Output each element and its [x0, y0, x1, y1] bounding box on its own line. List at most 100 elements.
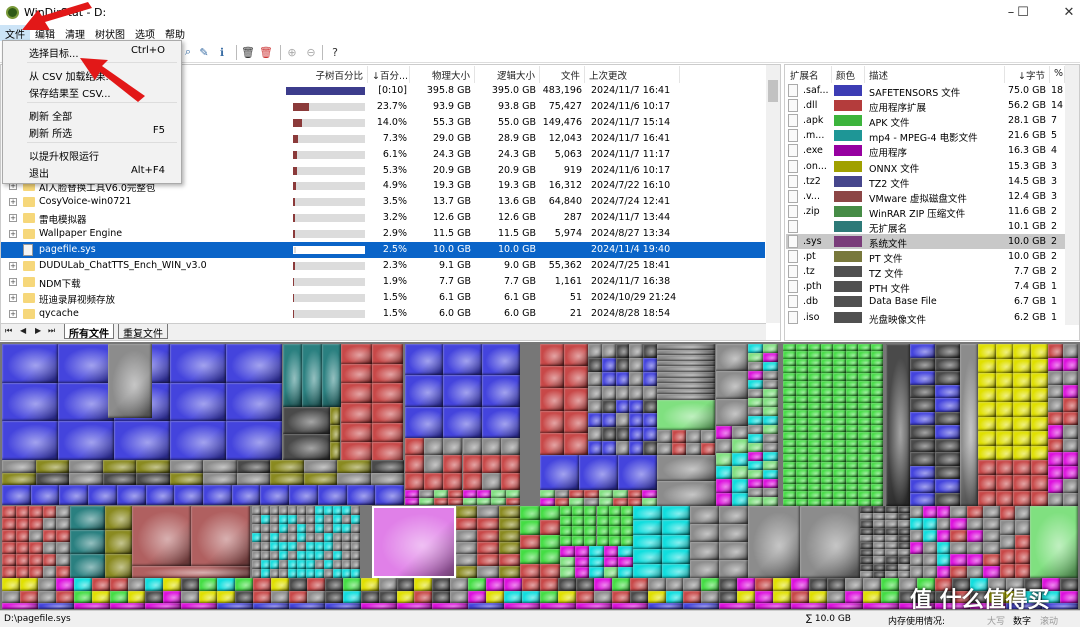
treemap-cell[interactable]	[505, 490, 520, 498]
treemap-cell[interactable]	[1015, 520, 1030, 535]
zoom-in-icon[interactable]: ⊕	[284, 44, 300, 60]
treemap-cell[interactable]	[936, 554, 950, 566]
treemap-cell[interactable]	[885, 534, 898, 542]
col-last-modified[interactable]: 上次更改	[585, 66, 680, 83]
treemap-cell[interactable]	[540, 344, 564, 367]
treemap-cell[interactable]	[808, 491, 821, 499]
menu-edit[interactable]: 编辑	[30, 25, 60, 41]
treemap-cell[interactable]	[791, 603, 827, 609]
treemap-cell[interactable]	[872, 506, 885, 514]
treemap-cell[interactable]	[540, 603, 576, 609]
treemap-cell[interactable]	[683, 578, 702, 591]
treemap-cell[interactable]	[910, 438, 935, 452]
treemap-cell[interactable]	[783, 461, 796, 470]
treemap-cell[interactable]	[297, 515, 306, 524]
treemap-cell[interactable]	[191, 506, 250, 566]
treemap-cell[interactable]	[808, 388, 821, 396]
treemap-cell[interactable]	[324, 515, 333, 524]
treemap-cell[interactable]	[574, 556, 590, 568]
treemap-cell[interactable]	[618, 567, 633, 578]
treemap-cell[interactable]	[808, 380, 821, 389]
treemap-cell[interactable]	[820, 491, 833, 499]
treemap-cell[interactable]	[468, 578, 487, 591]
treemap-cell[interactable]	[860, 563, 873, 571]
treemap-cell[interactable]	[557, 590, 576, 603]
treemap-cell[interactable]	[820, 388, 833, 396]
treemap-cell[interactable]	[820, 469, 833, 477]
treemap-cell[interactable]	[795, 388, 808, 396]
treemap-cell[interactable]	[342, 506, 351, 515]
treemap-cell[interactable]	[564, 410, 588, 433]
treemap-cell[interactable]	[755, 603, 792, 609]
treemap-cell[interactable]	[820, 344, 833, 352]
treemap-cell[interactable]	[960, 344, 978, 506]
treemap-cell[interactable]	[845, 402, 858, 411]
treemap-cell[interactable]	[601, 427, 616, 442]
treemap-cell[interactable]	[716, 398, 748, 426]
treemap-cell[interactable]	[231, 485, 261, 505]
treemap-cell[interactable]	[719, 590, 738, 603]
treemap-cell[interactable]	[716, 479, 732, 493]
treemap-cell[interactable]	[378, 578, 397, 591]
extension-row[interactable]: .pt PT 文件 10.0 GB 2	[786, 249, 1066, 265]
treemap-cell[interactable]	[885, 520, 898, 528]
treemap-cell[interactable]	[279, 560, 288, 569]
treemap-cell[interactable]	[858, 351, 871, 359]
treemap-cell[interactable]	[2, 518, 16, 530]
treemap-cell[interactable]	[283, 407, 330, 434]
treemap-cell[interactable]	[306, 590, 325, 603]
treemap-cell[interactable]	[252, 515, 261, 524]
treemap-cell[interactable]	[870, 388, 883, 396]
treemap-cell[interactable]	[897, 534, 910, 542]
treemap-cell[interactable]	[783, 344, 796, 352]
treemap-cell[interactable]	[589, 546, 604, 557]
treemap-cell[interactable]	[858, 432, 871, 440]
search-icon[interactable]: ⌕	[180, 44, 196, 60]
nav-first-icon[interactable]: ⏮	[5, 326, 12, 336]
treemap-cell[interactable]	[629, 344, 644, 358]
treemap-cell[interactable]	[620, 536, 633, 546]
treemap-cell[interactable]	[978, 387, 996, 402]
treemap-cell[interactable]	[341, 422, 372, 443]
treemap-cell[interactable]	[870, 395, 883, 403]
treemap-cell[interactable]	[540, 455, 579, 490]
treemap-cell[interactable]	[145, 590, 164, 603]
treemap-cell[interactable]	[858, 402, 871, 411]
treemap-cell[interactable]	[923, 530, 937, 542]
treemap-cell[interactable]	[995, 402, 1013, 417]
treemap-cell[interactable]	[288, 506, 297, 515]
treemap-cell[interactable]	[643, 399, 657, 414]
treemap-cell[interactable]	[910, 479, 935, 493]
treemap-cell[interactable]	[560, 526, 573, 536]
treemap-cell[interactable]	[845, 358, 858, 367]
col-color[interactable]: 颜色	[832, 66, 865, 83]
treemap-cell[interactable]	[575, 578, 594, 591]
treemap-cell[interactable]	[795, 425, 808, 433]
treemap-cell[interactable]	[603, 567, 619, 578]
treemap-cell[interactable]	[443, 375, 482, 407]
treemap-cell[interactable]	[845, 380, 858, 389]
treemap-cell[interactable]	[844, 578, 863, 591]
treemap-cell[interactable]	[978, 416, 996, 431]
treemap-cell[interactable]	[845, 425, 858, 433]
treemap-cell[interactable]	[253, 603, 289, 609]
treemap-cell[interactable]	[540, 498, 555, 506]
treemap-cell[interactable]	[560, 567, 575, 578]
treemap-cell[interactable]	[2, 421, 58, 460]
treemap-cell[interactable]	[351, 515, 360, 524]
treemap-cell[interactable]	[601, 441, 616, 455]
treemap-cell[interactable]	[520, 563, 540, 578]
treemap-cell[interactable]	[716, 452, 732, 466]
treemap-cell[interactable]	[870, 402, 883, 411]
treemap-cell[interactable]	[611, 603, 648, 609]
treemap-cell[interactable]	[42, 566, 57, 578]
treemap-cell[interactable]	[1013, 402, 1031, 417]
treemap-cell[interactable]	[522, 578, 540, 591]
treemap-cell[interactable]	[833, 439, 846, 448]
treemap-cell[interactable]	[324, 524, 333, 533]
treemap-cell[interactable]	[102, 472, 136, 485]
treemap-cell[interactable]	[593, 578, 612, 591]
treemap-cell[interactable]	[1048, 465, 1063, 479]
treemap-cell[interactable]	[755, 578, 774, 591]
treemap-cell[interactable]	[820, 395, 833, 403]
